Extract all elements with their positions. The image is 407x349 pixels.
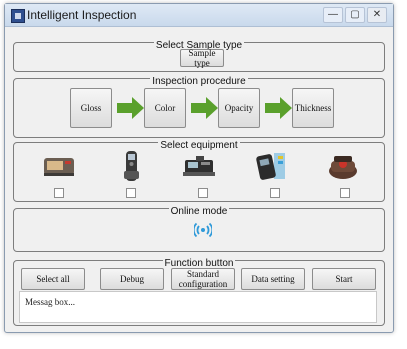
sample-type-group: Select Sample type Sample type <box>13 40 385 72</box>
gloss-meter-icon[interactable] <box>42 149 76 183</box>
thickness-gauge-checkbox[interactable] <box>270 188 280 198</box>
gloss-meter-checkbox[interactable] <box>54 188 64 198</box>
standard-configuration-button[interactable]: Standard configuration <box>171 268 235 290</box>
inspection-procedure-group-label: Inspection procedure <box>150 76 248 87</box>
color-meter-icon[interactable] <box>114 149 148 183</box>
haze-meter-checkbox[interactable] <box>340 188 350 198</box>
thickness-step-button[interactable]: Thickness <box>292 88 334 128</box>
online-mode-group-label: Online mode <box>168 206 230 217</box>
close-button[interactable]: ✕ <box>367 7 387 23</box>
select-equipment-group: Select equipment <box>13 140 385 202</box>
opacity-meter-checkbox[interactable] <box>198 188 208 198</box>
minimize-button[interactable]: — <box>323 7 343 23</box>
sample-type-button[interactable]: Sample type <box>180 48 224 68</box>
message-box-text: Messag box... <box>25 297 75 307</box>
haze-meter-icon[interactable] <box>326 149 360 183</box>
title-bar[interactable]: Intelligent Inspection — ▢ ✕ <box>5 4 393 27</box>
message-box[interactable]: Messag box... <box>19 291 377 323</box>
gloss-step-button[interactable]: Gloss <box>70 88 112 128</box>
opacity-meter-icon[interactable] <box>182 149 216 183</box>
main-window: Intelligent Inspection — ▢ ✕ Select Samp… <box>4 3 394 333</box>
color-step-button[interactable]: Color <box>144 88 186 128</box>
select-all-button[interactable]: Select all <box>21 268 85 290</box>
inspection-procedure-group: Inspection procedure Gloss Color Opacity… <box>13 76 385 138</box>
wireless-signal-icon[interactable] <box>194 222 212 238</box>
thickness-gauge-icon[interactable] <box>254 149 288 183</box>
online-mode-group: Online mode <box>13 206 385 252</box>
app-icon <box>11 9 25 23</box>
window-title: Intelligent Inspection <box>27 8 137 22</box>
debug-button[interactable]: Debug <box>100 268 164 290</box>
start-button[interactable]: Start <box>312 268 376 290</box>
opacity-step-button[interactable]: Opacity <box>218 88 260 128</box>
maximize-button[interactable]: ▢ <box>345 7 365 23</box>
data-setting-button[interactable]: Data setting <box>241 268 305 290</box>
color-meter-checkbox[interactable] <box>126 188 136 198</box>
